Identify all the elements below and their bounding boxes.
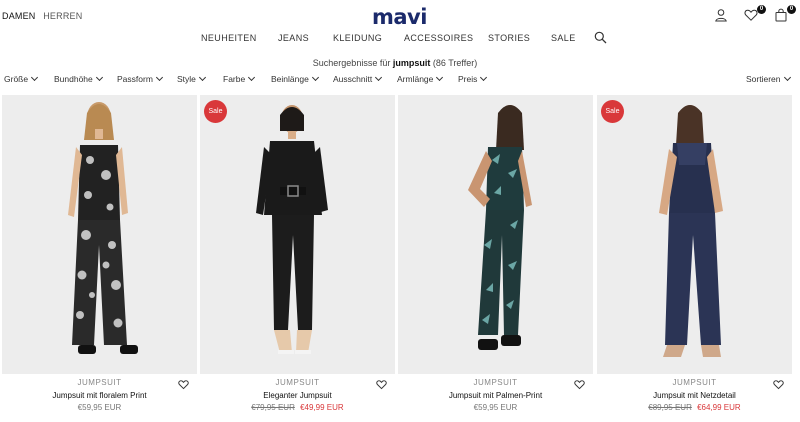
chevron-down-icon [783,73,791,82]
chevron-down-icon [436,73,444,82]
main-navigation: NEUHEITEN JEANS KLEIDUNG ACCESSOIRES STO… [0,30,800,48]
nav-item-jeans[interactable]: JEANS [278,33,309,43]
product-image[interactable] [398,95,593,374]
shopping-bag-icon [775,8,787,22]
results-query: jumpsuit [392,58,431,68]
user-icon [715,9,727,22]
header-icons: 0 0 [714,5,796,24]
model-palm-jumpsuit-image [398,95,593,374]
product-name[interactable]: Jumpsuit mit Palmen-Print [398,391,593,400]
product-name[interactable]: Eleganter Jumpsuit [200,391,395,400]
product-grid: JUMPSUIT Jumpsuit mit floralem Print €59… [0,95,800,422]
product-card[interactable]: JUMPSUIT Jumpsuit mit Palmen-Print €59,9… [398,95,593,422]
sale-badge: Sale [204,100,227,123]
model-navy-jumpsuit-image [597,95,792,374]
heart-icon [744,9,758,21]
filter-bar: Größe Bundhöhe Passform Style Farbe Bein… [0,73,800,88]
product-category: JUMPSUIT [672,378,717,387]
original-price: €79,95 EUR [251,403,295,412]
filter-label: Style [177,74,196,84]
current-price: €59,95 EUR [77,403,122,412]
filter-armlaenge[interactable]: Armlänge [397,73,444,84]
filter-beinlaenge[interactable]: Beinlänge [271,73,319,84]
filter-label: Preis [458,74,478,84]
chevron-down-icon [95,73,103,82]
filter-label: Beinlänge [271,74,309,84]
chevron-down-icon [480,73,488,82]
nav-item-sale[interactable]: SALE [551,33,576,43]
original-price: €89,95 EUR [648,403,692,412]
chevron-down-icon [311,73,319,82]
nav-item-accessoires[interactable]: ACCESSOIRES [404,33,473,43]
cart-count-badge: 0 [787,5,796,14]
results-count: (86 Treffer) [432,58,478,68]
product-price: €89,95 EUR €64,99 EUR [597,403,792,412]
product-image[interactable] [2,95,197,374]
mavi-logo[interactable]: mavi [372,5,427,29]
gender-tab-damen[interactable]: DAMEN [2,11,36,21]
wishlist-button[interactable]: 0 [744,5,766,24]
filter-label: Größe [4,74,29,84]
filter-label: Bundhöhe [54,74,93,84]
product-price: €79,95 EUR €49,99 EUR [200,403,395,412]
filter-style[interactable]: Style [177,73,206,84]
heart-icon [178,380,189,390]
top-bar: DAMEN HERREN mavi 0 0 [0,0,800,34]
chevron-down-icon [31,73,39,82]
product-card[interactable]: Sale JUMPSUIT Jumpsuit mit Netzdetail €8… [597,95,792,422]
wishlist-count-badge: 0 [757,5,766,14]
chevron-down-icon [155,73,163,82]
gender-switch: DAMEN HERREN [2,11,87,21]
product-card[interactable]: Sale JUMPSUIT Eleganter Jumpsuit €79,95 … [200,95,395,422]
heart-icon [773,380,784,390]
product-price: €59,95 EUR [2,403,197,412]
results-prefix: Suchergebnisse für [312,58,391,68]
sort-dropdown[interactable]: Sortieren [746,73,791,84]
sale-price: €64,99 EUR [697,403,741,412]
product-price: €59,95 EUR [398,403,593,412]
product-category: JUMPSUIT [473,378,518,387]
filter-groesse[interactable]: Größe [4,73,39,84]
search-results-summary: Suchergebnisse für jumpsuit (86 Treffer) [0,58,790,68]
product-image[interactable]: Sale [597,95,792,374]
filter-ausschnitt[interactable]: Ausschnitt [333,73,383,84]
model-floral-jumpsuit-image [2,95,197,374]
product-image[interactable]: Sale [200,95,395,374]
sale-badge: Sale [601,100,624,123]
cart-button[interactable]: 0 [774,5,796,24]
heart-icon [574,380,585,390]
chevron-down-icon [375,73,383,82]
search-icon [594,31,607,44]
search-button[interactable] [594,31,607,49]
chevron-down-icon [248,73,256,82]
filter-label: Ausschnitt [333,74,373,84]
model-black-jumpsuit-image [200,95,395,374]
nav-item-neuheiten[interactable]: NEUHEITEN [201,33,257,43]
filter-passform[interactable]: Passform [117,73,163,84]
sale-price: €49,99 EUR [300,403,344,412]
sort-label: Sortieren [746,74,781,84]
filter-farbe[interactable]: Farbe [223,73,256,84]
filter-label: Armlänge [397,74,434,84]
filter-bundhoehe[interactable]: Bundhöhe [54,73,103,84]
product-category: JUMPSUIT [77,378,122,387]
filter-label: Farbe [223,74,246,84]
nav-item-kleidung[interactable]: KLEIDUNG [333,33,382,43]
nav-item-stories[interactable]: STORIES [488,33,530,43]
heart-icon [376,380,387,390]
product-name[interactable]: Jumpsuit mit floralem Print [2,391,197,400]
current-price: €59,95 EUR [473,403,518,412]
product-category: JUMPSUIT [275,378,320,387]
product-name[interactable]: Jumpsuit mit Netzdetail [597,391,792,400]
filter-label: Passform [117,74,153,84]
gender-tab-herren[interactable]: HERREN [43,11,82,21]
product-card[interactable]: JUMPSUIT Jumpsuit mit floralem Print €59… [2,95,197,422]
filter-preis[interactable]: Preis [458,73,488,84]
account-button[interactable] [714,8,730,24]
chevron-down-icon [198,73,206,82]
